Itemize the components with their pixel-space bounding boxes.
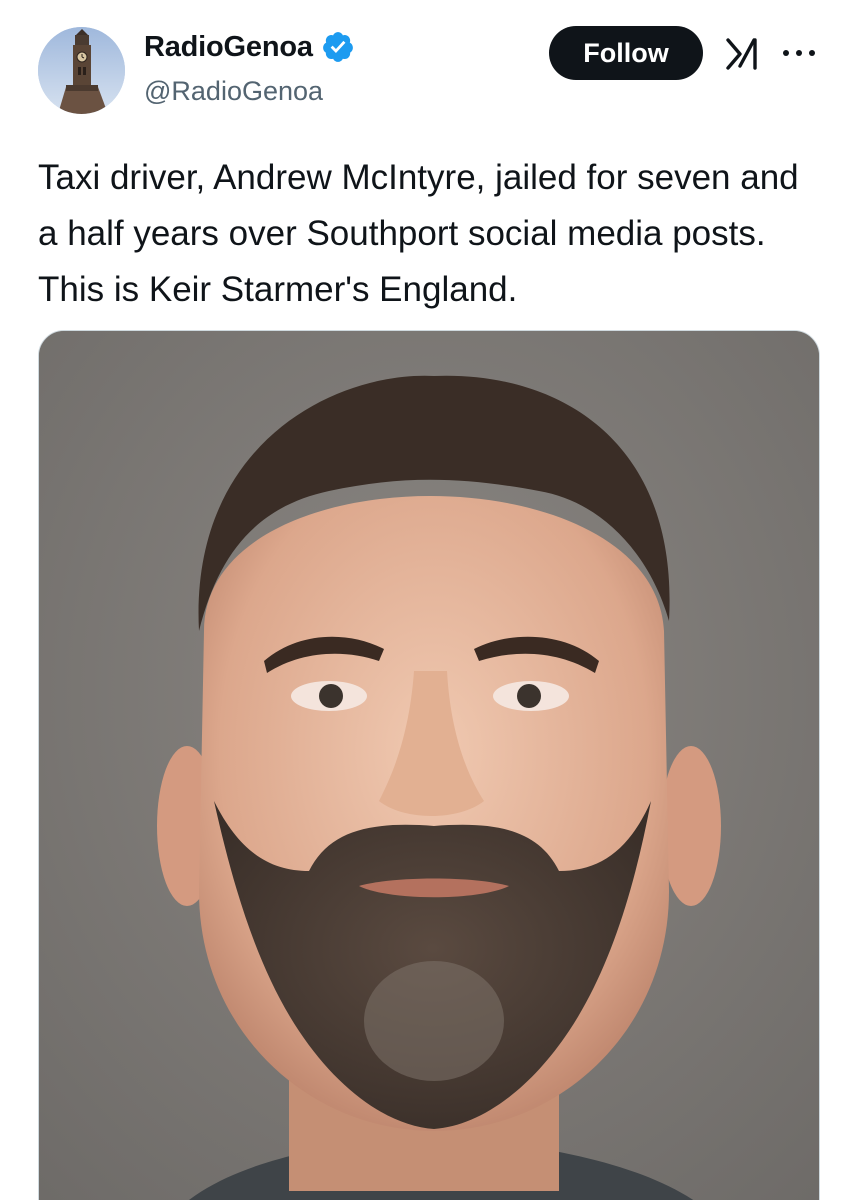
- tweet-header: RadioGenoa @RadioGenoa Follow: [0, 0, 858, 120]
- follow-button[interactable]: Follow: [549, 26, 703, 80]
- clock-tower-avatar[interactable]: [38, 27, 125, 114]
- mugshot-photo: [39, 331, 819, 1200]
- author-handle[interactable]: @RadioGenoa: [144, 76, 323, 107]
- tweet-text: Taxi driver, Andrew McIntyre, jailed for…: [38, 158, 799, 309]
- more-icon[interactable]: [780, 40, 818, 66]
- tweet-media-photo[interactable]: [38, 330, 820, 1200]
- tweet: RadioGenoa @RadioGenoa Follow Taxi drive…: [0, 0, 858, 1200]
- verified-badge-icon: [322, 32, 353, 62]
- display-name[interactable]: RadioGenoa: [144, 31, 313, 64]
- author-name-row: RadioGenoa: [144, 30, 355, 64]
- grok-icon[interactable]: [724, 34, 762, 72]
